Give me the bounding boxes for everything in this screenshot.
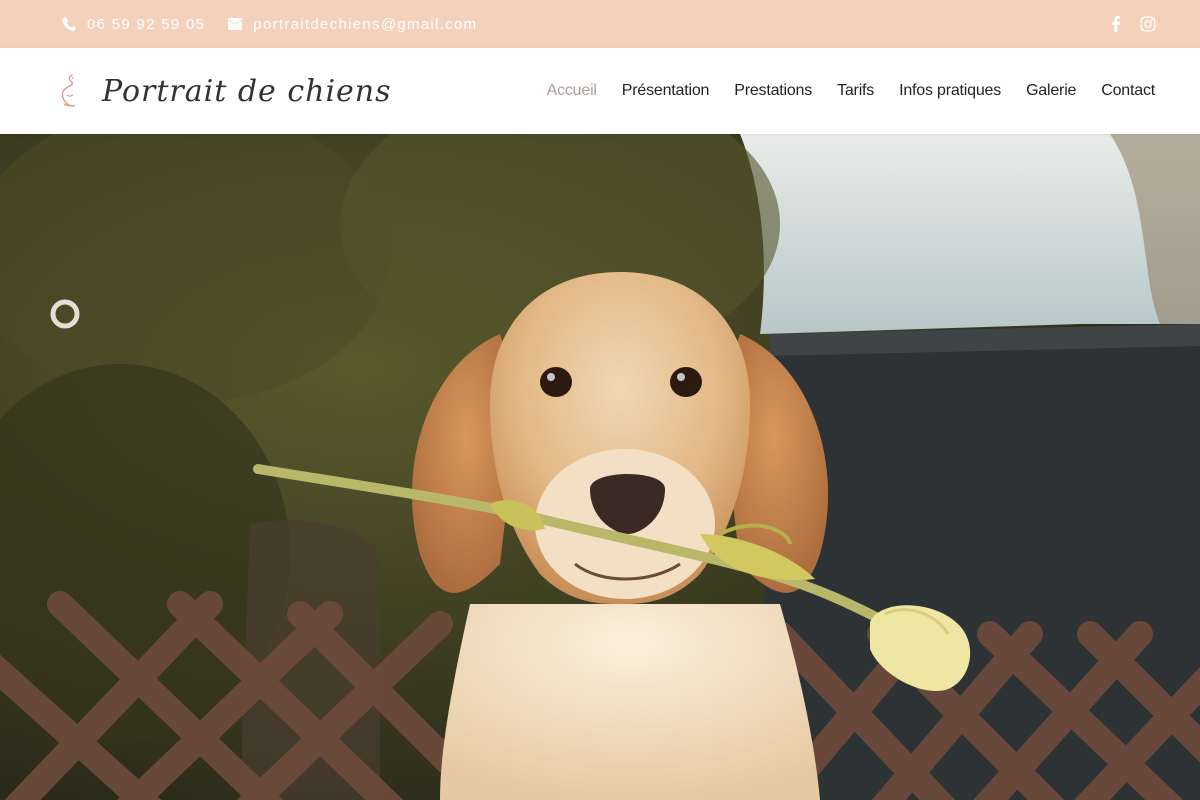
dog-silhouette-logo-icon (61, 74, 76, 107)
phone-number[interactable]: 06 59 92 59 05 (87, 16, 205, 33)
hero-photo-puppy-with-tulip (0, 134, 1200, 800)
brand-home-link[interactable]: Portrait de chiens (58, 73, 392, 109)
main-navigation: Accueil Présentation Prestations Tarifs … (547, 82, 1156, 100)
nav-item-tarifs[interactable]: Tarifs (837, 82, 874, 100)
contact-info: 06 59 92 59 05 portraitdechiens@gmail.co… (61, 16, 477, 33)
instagram-icon[interactable] (1140, 16, 1156, 32)
email-link[interactable]: portraitdechiens@gmail.com (253, 16, 477, 33)
facebook-icon[interactable] (1108, 16, 1124, 32)
nav-item-galerie[interactable]: Galerie (1026, 82, 1076, 100)
nav-item-accueil[interactable]: Accueil (547, 82, 597, 100)
nav-item-presentation[interactable]: Présentation (622, 82, 710, 100)
top-contact-bar: 06 59 92 59 05 portraitdechiens@gmail.co… (0, 0, 1200, 48)
hero-banner (0, 134, 1200, 800)
nav-item-prestations[interactable]: Prestations (734, 82, 812, 100)
phone-contact[interactable]: 06 59 92 59 05 (61, 16, 205, 33)
brand-name: Portrait de chiens (102, 73, 392, 109)
site-header: Portrait de chiens Accueil Présentation … (0, 48, 1200, 134)
email-contact[interactable]: portraitdechiens@gmail.com (227, 16, 477, 33)
nav-item-contact[interactable]: Contact (1101, 82, 1155, 100)
social-links (1108, 16, 1156, 32)
nav-item-infos-pratiques[interactable]: Infos pratiques (899, 82, 1001, 100)
envelope-icon (228, 18, 243, 30)
phone-icon (62, 17, 77, 31)
